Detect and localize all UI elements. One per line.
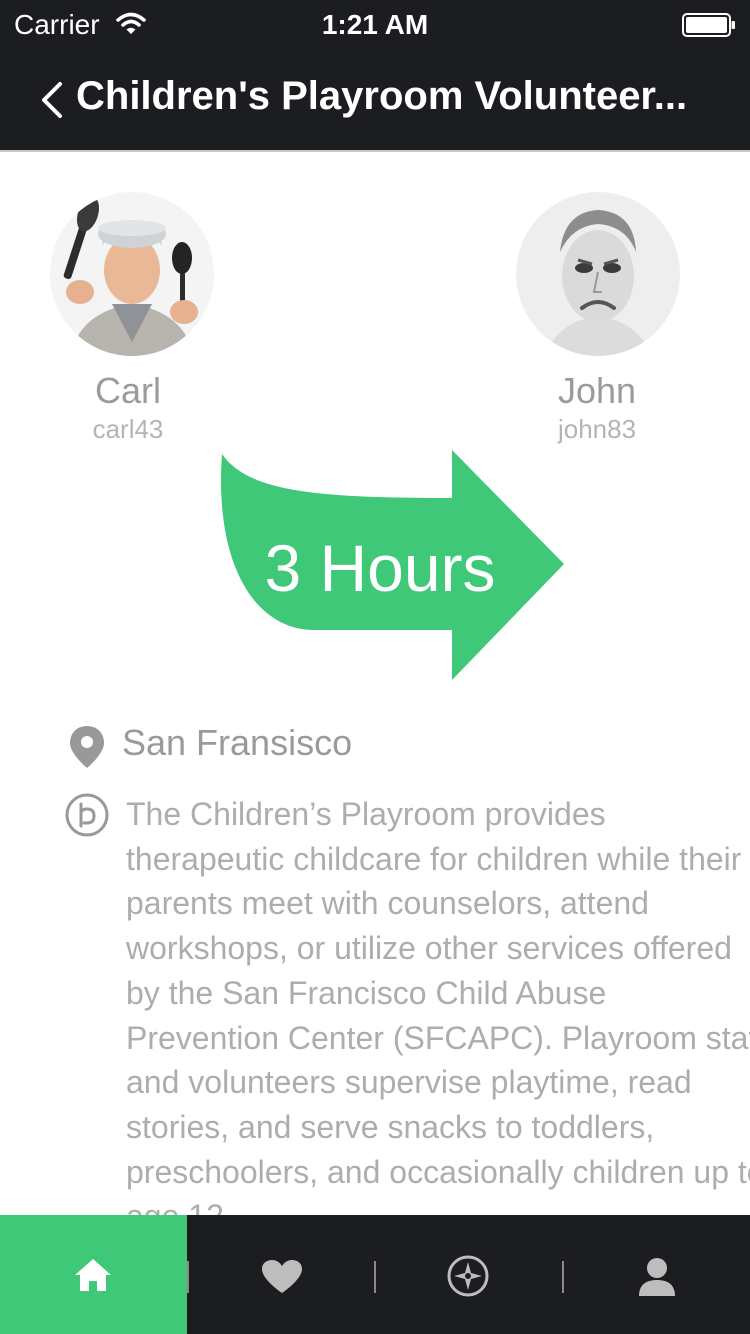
page-title: Children's Playroom Volunteer... — [76, 74, 688, 118]
user-handle-john: john83 — [557, 414, 637, 444]
tab-bar — [0, 1215, 750, 1334]
location-pin-icon — [70, 726, 104, 768]
tab-explore[interactable] — [376, 1215, 562, 1334]
battery-icon — [682, 13, 735, 37]
user-handle-carl: carl43 — [92, 414, 164, 444]
main-content: Carl carl43 John john83 3 Hours San Fran… — [0, 152, 750, 1215]
location-label: San Fransisco — [122, 722, 353, 763]
tab-home[interactable] — [0, 1215, 187, 1334]
hours-label: 3 Hours — [264, 531, 496, 605]
user-name-carl: Carl — [94, 370, 161, 411]
avatar-carl[interactable] — [50, 192, 214, 356]
status-bar: Carrier 1:21 AM — [0, 0, 750, 50]
tab-favorites[interactable] — [189, 1215, 374, 1334]
clock-label: 1:21 AM — [321, 9, 429, 40]
avatar-carl-image — [50, 192, 214, 356]
tab-profile[interactable] — [564, 1215, 750, 1334]
user-name-john: John — [557, 370, 637, 411]
description-text: The Children’s Playroom provides therape… — [126, 796, 750, 1215]
user-icon — [639, 1258, 675, 1296]
navigation-bar: Children's Playroom Volunteer... — [0, 50, 750, 152]
compass-icon — [447, 1255, 489, 1297]
avatar-john-image — [516, 192, 680, 356]
organization-logo-icon — [65, 793, 109, 837]
back-button[interactable] — [36, 80, 70, 120]
avatar-john[interactable] — [516, 192, 680, 356]
heart-icon — [262, 1260, 302, 1293]
home-icon — [75, 1259, 111, 1291]
